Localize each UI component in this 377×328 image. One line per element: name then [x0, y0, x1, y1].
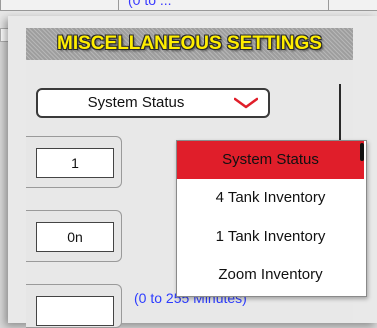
dropdown-option-4-tank-inventory[interactable]: 4 Tank Inventory — [177, 179, 364, 217]
background-link: (0 to ... — [128, 0, 172, 8]
background-cell — [0, 0, 120, 11]
value-field-1[interactable]: 1 — [36, 148, 114, 178]
dropdown-option-1-tank-inventory[interactable]: 1 Tank Inventory — [177, 218, 364, 256]
dialog-title-bar: MISCELLANEOUS SETTINGS — [26, 28, 353, 60]
value-field-3[interactable] — [36, 296, 114, 326]
dropdown-scrollbar[interactable] — [360, 143, 364, 161]
background-cell — [328, 0, 377, 11]
dropdown-option-zoom-inventory[interactable]: Zoom Inventory — [177, 256, 364, 294]
display-mode-select[interactable]: System Status — [36, 88, 270, 118]
dropdown-option-system-status[interactable]: System Status — [177, 141, 364, 179]
select-value: System Status — [87, 94, 185, 111]
chevron-down-icon — [234, 97, 258, 109]
value-field-2[interactable]: 0n — [36, 222, 114, 252]
dialog-title: MISCELLANEOUS SETTINGS — [57, 33, 322, 54]
select-dropdown-list[interactable]: System Status 4 Tank Inventory 1 Tank In… — [176, 140, 367, 297]
